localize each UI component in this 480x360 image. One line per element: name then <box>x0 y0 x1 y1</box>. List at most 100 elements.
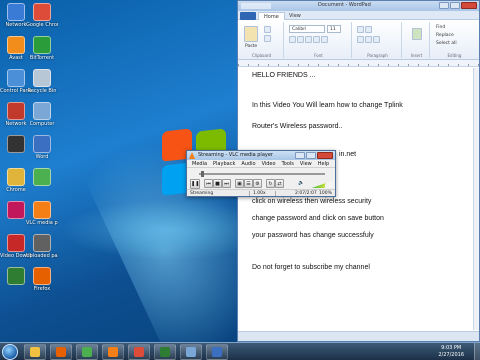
maximize-button[interactable] <box>450 2 460 9</box>
doc-line: Router's Wireless password.. <box>252 123 343 130</box>
desktop-icon-label: Google Chrome <box>26 22 58 28</box>
vlc-menu-media[interactable]: Media <box>189 160 210 167</box>
bold-icon[interactable] <box>289 36 296 43</box>
taskbar-vlc-button[interactable] <box>102 344 124 360</box>
tab-home[interactable]: Home <box>258 12 285 20</box>
italic-icon[interactable] <box>297 36 304 43</box>
extended-settings-icon[interactable]: ⚙ <box>253 179 262 188</box>
desktop-icon[interactable]: VLC media player <box>26 201 58 226</box>
vlc-minimize-button[interactable] <box>295 152 305 159</box>
desktop-icon-label: Computer <box>29 121 55 127</box>
loop-icon[interactable]: ↻ <box>266 179 275 188</box>
list-icon[interactable] <box>365 26 372 33</box>
desktop-icon[interactable]: Word <box>26 135 58 160</box>
align-right-icon[interactable] <box>373 36 380 43</box>
vlc-titlebar[interactable]: Streaming - VLC media player <box>187 151 335 160</box>
align-center-icon[interactable] <box>365 36 372 43</box>
file-menu-button[interactable] <box>240 12 256 20</box>
font-group-label: Font <box>314 53 323 58</box>
paste-label: Paste <box>245 44 258 49</box>
desktop-icon[interactable]: Computer <box>26 102 58 127</box>
vlc-menu-help[interactable]: Help <box>315 160 332 167</box>
seek-bar[interactable] <box>191 171 333 177</box>
volume-slider[interactable] <box>312 180 334 188</box>
document-area[interactable]: HELLO FRIENDS ... In this Video You Will… <box>238 68 479 330</box>
desktop-icon-label: Chrome <box>6 187 26 193</box>
cut-icon[interactable] <box>264 26 271 33</box>
doc-line: in.net <box>339 151 357 158</box>
desktop-icon[interactable]: Uploaded password <box>26 234 58 259</box>
clipboard-group-label: Clipboard <box>251 53 272 58</box>
vlc-maximize-button[interactable] <box>306 152 316 159</box>
desktop-icon[interactable]: Firefox <box>26 267 58 292</box>
paste-icon[interactable] <box>244 26 258 42</box>
vlc-menu-video[interactable]: Video <box>259 160 279 167</box>
taskbar: 9:03 PM 2/27/2016 <box>0 342 480 360</box>
taskbar-wordpad-button[interactable] <box>206 344 228 360</box>
clock[interactable]: 9:03 PM 2/27/2016 <box>438 345 464 359</box>
play-pause-button[interactable]: ❚❚ <box>190 179 200 189</box>
doc-line: In this Video You Will learn how to chan… <box>252 102 403 109</box>
start-button[interactable] <box>2 344 18 360</box>
desktop-icon-image <box>7 168 25 186</box>
taskbar-media-button[interactable] <box>76 344 98 360</box>
desktop-icon-image <box>7 102 25 120</box>
network-icon <box>186 347 196 357</box>
desktop-icon-image <box>33 168 51 186</box>
seek-handle[interactable] <box>201 171 204 177</box>
taskbar-camtasia-button[interactable] <box>154 344 176 360</box>
font-name-value: Calibri <box>292 27 307 32</box>
desktop-icon-image <box>7 36 25 54</box>
font-name-select[interactable]: Calibri <box>289 25 325 33</box>
picture-icon[interactable] <box>412 28 422 40</box>
font-size-select[interactable]: 11 <box>327 25 341 33</box>
vlc-menu-tools[interactable]: Tools <box>279 160 297 167</box>
doc-line: click on wireless then wireless security <box>252 198 372 205</box>
replace-button[interactable]: Replace <box>436 33 454 38</box>
vlc-menu-playback[interactable]: Playback <box>210 160 238 167</box>
vlc-menu-view[interactable]: View <box>297 160 315 167</box>
vertical-scrollbar[interactable] <box>473 68 479 330</box>
seek-track[interactable] <box>199 173 325 175</box>
playlist-icon[interactable]: ☰ <box>244 179 253 188</box>
fullscreen-icon[interactable]: ▣ <box>235 179 244 188</box>
desktop-icon[interactable] <box>26 168 58 187</box>
vlc-cone-icon <box>189 152 195 159</box>
shuffle-icon[interactable]: ⇄ <box>275 179 284 188</box>
align-left-icon[interactable] <box>357 36 364 43</box>
desktop-icon-image <box>7 267 25 285</box>
tab-view[interactable]: View <box>284 12 306 20</box>
minimize-button[interactable] <box>439 2 449 9</box>
editing-group-label: Editing <box>447 53 462 58</box>
wordpad-titlebar[interactable]: Document - WordPad <box>238 1 479 11</box>
desktop-icon[interactable]: BitTorrent <box>26 36 58 61</box>
next-icon[interactable]: ⏭ <box>222 179 231 188</box>
close-button[interactable] <box>461 2 477 9</box>
vlc-close-button[interactable] <box>317 152 333 159</box>
ruler[interactable] <box>238 60 479 67</box>
vlc-volume-percent: 100% <box>319 191 332 196</box>
taskbar-explorer-button[interactable] <box>24 344 46 360</box>
desktop-icon[interactable]: Google Chrome <box>26 3 58 28</box>
taskbar-chrome-button[interactable] <box>128 344 150 360</box>
vlc-menu-audio[interactable]: Audio <box>238 160 258 167</box>
taskbar-network-button[interactable] <box>180 344 202 360</box>
select-all-button[interactable]: Select all <box>436 41 457 46</box>
find-button[interactable]: Find <box>436 25 445 30</box>
text-color-icon[interactable] <box>321 36 328 43</box>
previous-icon[interactable]: ⏮ <box>204 179 213 188</box>
quick-access-toolbar[interactable] <box>241 3 271 9</box>
strikethrough-icon[interactable] <box>313 36 320 43</box>
desktop-icon-image <box>33 36 51 54</box>
copy-icon[interactable] <box>264 35 271 42</box>
vlc-statusbar: Streaming 1.00x 2:07/2:07 100% <box>187 189 335 196</box>
vlc-controls: ❚❚ ⏮ ■ ⏭ ▣ ☰ ⚙ ↻ ⇄ 🔈 <box>190 179 334 189</box>
speaker-icon[interactable]: 🔈 <box>297 179 306 188</box>
desktop-icon-image <box>33 69 51 87</box>
desktop-icon[interactable]: Recycle Bin <box>26 69 58 94</box>
indent-icon[interactable] <box>357 26 364 33</box>
underline-icon[interactable] <box>305 36 312 43</box>
taskbar-firefox-button[interactable] <box>50 344 72 360</box>
stop-icon[interactable]: ■ <box>213 179 222 188</box>
show-desktop-button[interactable] <box>474 343 480 360</box>
